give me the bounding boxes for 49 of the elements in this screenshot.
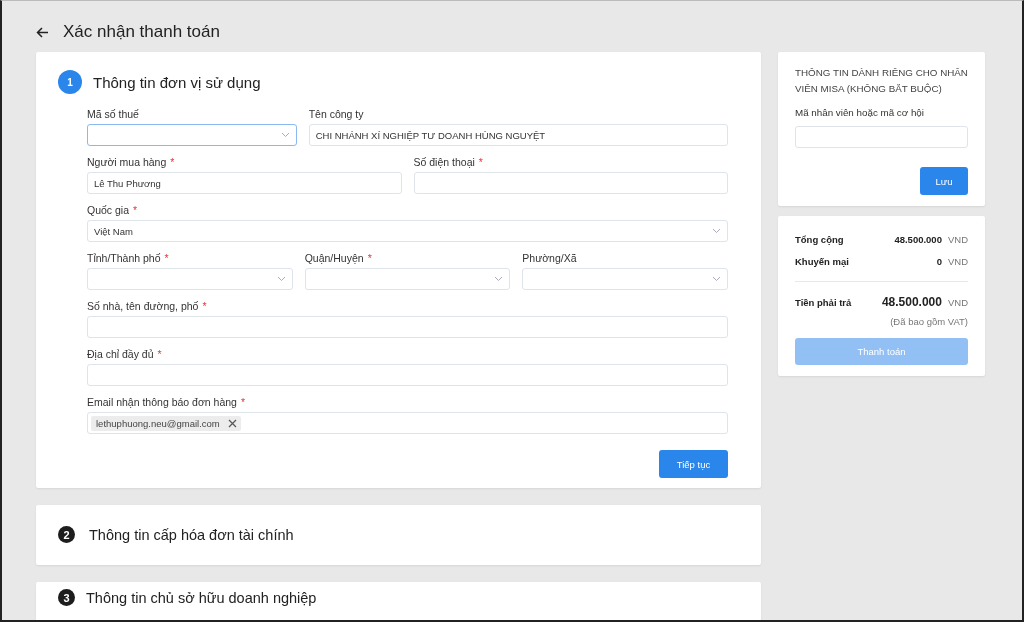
email-field[interactable]: lethuphuong.neu@gmail.com xyxy=(87,412,728,434)
field-label: Tỉnh/Thành phố * xyxy=(87,252,170,264)
save-button[interactable]: Lưu xyxy=(920,167,968,195)
panel-title: THÔNG TIN DÀNH RIÊNG CHO NHÂN VIÊN MISA (KHÔNG BẮT BUỘC) xyxy=(795,66,968,96)
field-label: Quốc gia * xyxy=(87,204,139,216)
summary-amount: 48.500.000 xyxy=(894,234,942,245)
continue-button[interactable]: Tiếp tục xyxy=(659,450,728,478)
field-label: Phường/Xã xyxy=(522,252,578,264)
chevron-down-icon xyxy=(494,276,504,282)
field-label: Địa chỉ đầy đủ * xyxy=(87,348,163,360)
step-title[interactable]: Thông tin đơn vị sử dụng xyxy=(93,73,261,91)
select-field[interactable]: Việt Nam xyxy=(87,220,728,242)
summary-label: Tiền phải trả xyxy=(795,297,852,308)
summary-label: Tổng cộng xyxy=(795,234,844,245)
chevron-down-icon xyxy=(712,228,721,234)
step-number: 3 xyxy=(58,589,75,606)
input-field[interactable]: CHI NHÁNH XÍ NGHIỆP TƯ DOANH HÙNG NGUYỆT xyxy=(308,124,728,146)
field-label: Tên công ty xyxy=(308,108,365,120)
input-field[interactable] xyxy=(87,316,728,338)
input-field[interactable]: Lê Thu Phương xyxy=(87,172,402,194)
summary-amount: 0 xyxy=(936,256,942,267)
summary-amount: 48.500.000 xyxy=(881,295,942,309)
close-icon[interactable] xyxy=(227,418,237,428)
step-number: 1 xyxy=(58,70,82,94)
step-title[interactable]: Thông tin chủ sở hữu doanh nghiệp xyxy=(86,589,317,606)
vat-note: (Đã bao gồm VAT) xyxy=(890,316,968,327)
field-label: Người mua hàng * xyxy=(87,156,176,168)
back-arrow-icon[interactable] xyxy=(36,26,49,38)
chevron-down-icon xyxy=(712,276,721,282)
currency-label: VND xyxy=(947,297,968,308)
input-field[interactable] xyxy=(795,126,968,148)
currency-label: VND xyxy=(947,234,968,245)
page-title: Xác nhận thanh toán xyxy=(63,22,220,42)
chevron-down-icon xyxy=(280,132,290,138)
step-number: 2 xyxy=(58,526,75,543)
field-label: Mã số thuế xyxy=(87,108,140,120)
input-field[interactable] xyxy=(413,172,728,194)
field-label: Số nhà, tên đường, phố * xyxy=(87,300,208,312)
field-label: Quận/Huyện * xyxy=(304,252,373,264)
input-field[interactable] xyxy=(87,364,728,386)
field-label: Mã nhân viên hoặc mã cơ hội xyxy=(795,107,925,118)
email-text: lethuphuong.neu@gmail.com xyxy=(96,417,220,429)
select-field[interactable] xyxy=(87,124,297,146)
step-title[interactable]: Thông tin cấp hóa đơn tài chính xyxy=(89,526,294,543)
chevron-down-icon xyxy=(276,276,286,282)
currency-label: VND xyxy=(947,256,968,267)
field-label: Email nhận thông báo đơn hàng * xyxy=(87,396,246,408)
field-label: Số điện thoại * xyxy=(413,156,484,168)
summary-label: Khuyến mại xyxy=(795,256,849,267)
